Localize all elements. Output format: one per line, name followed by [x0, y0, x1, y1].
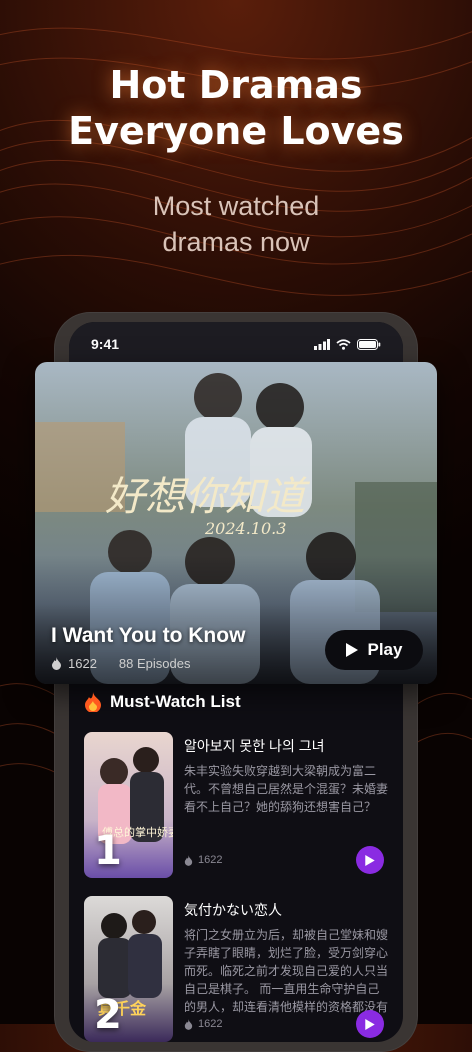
play-icon	[345, 643, 358, 657]
drama-views: 1622	[184, 854, 222, 866]
wifi-icon	[336, 338, 351, 350]
drama-description: 朱丰实验失败穿越到大梁朝成为富二代。不曾想自己居然是个混蛋？未婚妻看不上自己？她…	[184, 764, 389, 814]
headline-line-2: Everyone Loves	[68, 109, 404, 153]
featured-title: I Want You to Know	[51, 624, 246, 647]
play-button-label: Play	[367, 640, 403, 659]
play-drama-button[interactable]	[356, 1010, 384, 1038]
must-watch-heading: Must-Watch List	[84, 692, 241, 712]
drama-title: 알아보지 못한 나의 그녀	[184, 738, 325, 754]
list-item[interactable]: 真千金 2 気付かない恋人 将门之女册立为后，却被自己堂妹和嫂子弄瞎了眼睛，划烂…	[84, 896, 400, 1042]
play-button[interactable]: Play	[325, 630, 423, 670]
must-watch-title: Must-Watch List	[110, 692, 241, 711]
list-item[interactable]: 傅总的掌中娇妻 1 알아보지 못한 나의 그녀 朱丰实验失败穿越到大梁朝成为富二…	[84, 732, 400, 878]
promo-headline: Hot Dramas Everyone Loves	[0, 62, 472, 154]
status-icons	[314, 338, 381, 350]
drama-views: 1622	[184, 1018, 222, 1030]
status-bar: 9:41	[69, 322, 403, 366]
drama-poster[interactable]: 傅总的掌中娇妻 1	[84, 732, 173, 878]
signal-icon	[314, 338, 330, 350]
drama-poster[interactable]: 真千金 2	[84, 896, 173, 1042]
view-count: 1622	[198, 1018, 223, 1030]
rank-number: 1	[94, 828, 122, 874]
headline-line-1: Hot Dramas	[109, 63, 363, 107]
drama-description: 将门之女册立为后，却被自己堂妹和嫂子弄瞎了眼睛，划烂了脸，受万剑穿心而死。临死之…	[184, 928, 389, 1014]
flame-icon	[184, 1018, 193, 1030]
view-count: 1622	[198, 854, 223, 866]
status-time: 9:41	[91, 336, 120, 352]
flame-icon	[52, 657, 61, 670]
featured-drama-banner[interactable]: 好想你知道 2024.10.3 I Want You to Know 1622 …	[35, 362, 437, 684]
play-icon	[365, 1018, 375, 1030]
flame-icon	[184, 854, 193, 866]
drama-title: 気付かない恋人	[184, 902, 282, 918]
featured-episodes: 88 Episodes	[118, 656, 191, 671]
promo-subline: Most watched dramas now	[0, 188, 472, 260]
play-drama-button[interactable]	[356, 846, 384, 874]
rank-number: 2	[94, 992, 122, 1038]
featured-views: 1622	[68, 656, 97, 671]
play-icon	[365, 854, 375, 866]
featured-meta: 1622 88 Episodes	[51, 656, 190, 671]
battery-icon	[357, 338, 381, 350]
fire-icon	[85, 692, 101, 712]
subline-line-2: dramas now	[162, 227, 310, 257]
subline-line-1: Most watched	[152, 191, 320, 221]
